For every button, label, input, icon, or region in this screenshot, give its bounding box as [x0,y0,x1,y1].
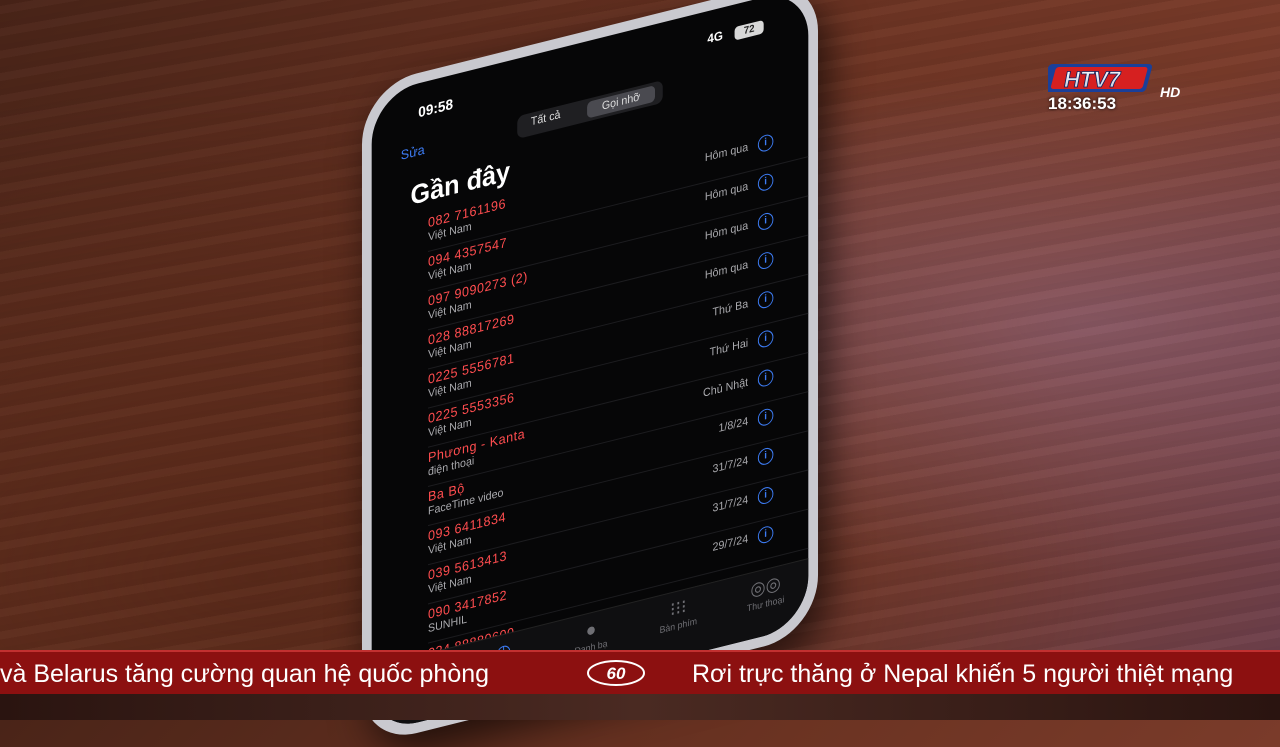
broadcast-clock: 18:36:53 [1048,94,1117,113]
call-date: 31/7/24 [712,493,749,515]
ticker-logo-text: 60 [607,664,626,683]
ticker-headline-left: và Belarus tăng cường quan hệ quốc phòng [0,660,490,688]
info-icon[interactable]: i [757,367,774,389]
info-icon[interactable]: i [757,211,774,232]
call-date: 31/7/24 [712,454,749,476]
bottom-strip [0,694,1280,720]
info-icon[interactable]: i [757,407,774,428]
info-icon[interactable]: i [757,172,774,193]
call-date: Hôm qua [704,141,749,165]
smartphone: 09:58 4G 72 Sửa Tất cả Gọi nhỡ Gần đây 0… [361,0,819,747]
edit-button[interactable]: Sửa [401,142,425,163]
logo-text: HTV7 [1064,67,1122,92]
call-date: 29/7/24 [712,532,749,555]
segment-missed[interactable]: Gọi nhỡ [587,85,656,119]
call-date: 1/8/24 [718,415,749,436]
logo-suffix: HD [1160,84,1180,100]
call-date: Hôm qua [704,180,749,204]
ticker-headline-right: Rơi trực thăng ở Nepal khiến 5 người thi… [692,660,1234,688]
news-ticker: và Belarus tăng cường quan hệ quốc phòng… [0,650,1280,698]
info-icon[interactable]: i [757,446,774,467]
phone-screen: 09:58 4G 72 Sửa Tất cả Gọi nhỡ Gần đây 0… [371,0,809,734]
anniversary-logo: 60 [587,660,645,686]
info-icon[interactable]: i [757,132,774,154]
battery-icon: 72 [734,19,764,41]
call-date: Chủ Nhật [703,376,749,400]
info-icon[interactable]: i [757,328,774,350]
info-icon[interactable]: i [757,485,774,506]
call-date: Hôm qua [704,219,749,243]
info-icon[interactable]: i [757,250,774,271]
call-date: Hôm qua [704,258,749,282]
call-date: Thứ Ba [712,297,749,320]
status-time: 09:58 [418,95,454,121]
segment-all[interactable]: Tất cả [531,109,561,129]
call-date: Thứ Hai [709,337,749,360]
network-indicator: 4G [707,27,723,47]
info-icon[interactable]: i [757,289,774,310]
info-icon[interactable]: i [757,524,774,545]
